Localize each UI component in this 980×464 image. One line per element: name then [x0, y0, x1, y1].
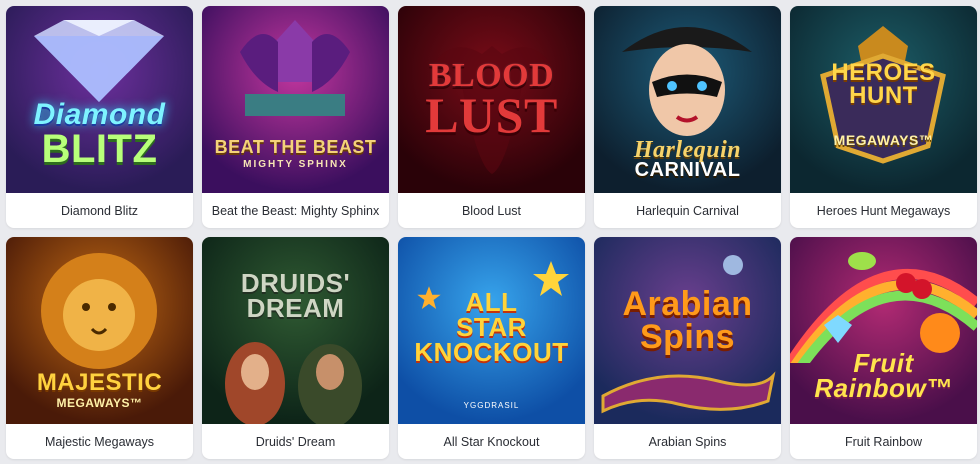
- game-thumbnail[interactable]: DRUIDS' DREAM: [202, 237, 389, 424]
- game-logo-line: Fruit: [853, 347, 914, 378]
- game-card-heroes-hunt[interactable]: HEROES HUNT MEGAWAYS™ Heroes Hunt Megawa…: [790, 6, 977, 228]
- game-logo: ALL STAR KNOCKOUT: [414, 290, 569, 367]
- game-logo: DRUIDS' DREAM: [240, 267, 351, 323]
- game-logo-line: Rainbow™: [814, 372, 953, 403]
- game-title[interactable]: Diamond Blitz: [6, 193, 193, 228]
- game-logo: Diamond BLITZ: [33, 98, 166, 171]
- game-thumbnail[interactable]: Harlequin CARNIVAL: [594, 6, 781, 193]
- game-logo: MAJESTIC MEGAWAYS™: [36, 368, 163, 410]
- game-logo: BEAT THE BEAST MIGHTY SPHINX: [214, 137, 377, 171]
- game-logo-line: MEGAWAYS™: [56, 395, 143, 410]
- game-card-beat-the-beast[interactable]: BEAT THE BEAST MIGHTY SPHINX Beat the Be…: [202, 6, 389, 228]
- game-logo-line: DRUIDS': [240, 267, 351, 298]
- druid-icon: [225, 342, 362, 424]
- game-logo: Harlequin CARNIVAL: [633, 136, 742, 182]
- game-title[interactable]: Arabian Spins: [594, 424, 781, 459]
- game-title[interactable]: All Star Knockout: [398, 424, 585, 459]
- game-title[interactable]: Druids' Dream: [202, 424, 389, 459]
- game-logo-line: MEGAWAYS™: [833, 131, 934, 148]
- game-logo-line: MAJESTIC: [36, 368, 163, 396]
- moon-icon: [723, 255, 743, 275]
- game-logo: Arabian Spins: [622, 285, 753, 356]
- game-title[interactable]: Blood Lust: [398, 193, 585, 228]
- game-title[interactable]: Majestic Megaways: [6, 424, 193, 459]
- game-logo-line: MIGHTY SPHINX: [243, 159, 348, 171]
- game-logo-line: BLITZ: [41, 126, 158, 171]
- game-logo-line: DREAM: [246, 292, 345, 323]
- game-grid: Diamond BLITZ Diamond Blitz BEAT THE BEA…: [6, 6, 977, 459]
- game-logo-line: KNOCKOUT: [414, 336, 569, 367]
- game-logo-line: Diamond: [33, 98, 166, 132]
- carpet-icon: [601, 371, 776, 414]
- game-title[interactable]: Harlequin Carnival: [594, 193, 781, 228]
- game-thumbnail[interactable]: BEAT THE BEAST MIGHTY SPHINX: [202, 6, 389, 193]
- game-title[interactable]: Heroes Hunt Megaways: [790, 193, 977, 228]
- game-thumbnail[interactable]: ALL STAR KNOCKOUT YGGDRASIL: [398, 237, 585, 424]
- fruit-icon: [790, 252, 977, 363]
- game-title[interactable]: Fruit Rainbow: [790, 424, 977, 459]
- diamond-icon: [34, 20, 164, 102]
- game-title[interactable]: Beat the Beast: Mighty Sphinx: [202, 193, 389, 228]
- game-logo-line: LUST: [425, 86, 558, 143]
- game-logo-line: BEAT THE BEAST: [214, 137, 377, 158]
- mask-icon: [622, 27, 752, 136]
- provider-badge: YGGDRASIL: [463, 401, 520, 410]
- game-thumbnail[interactable]: MAJESTIC MEGAWAYS™: [6, 237, 193, 424]
- game-thumbnail[interactable]: Arabian Spins: [594, 237, 781, 424]
- game-card-arabian-spins[interactable]: Arabian Spins Arabian Spins: [594, 237, 781, 459]
- game-card-diamond-blitz[interactable]: Diamond BLITZ Diamond Blitz: [6, 6, 193, 228]
- game-logo-line: Spins: [639, 317, 736, 356]
- game-logo: BLOOD LUST: [425, 58, 558, 143]
- game-card-druids-dream[interactable]: DRUIDS' DREAM Druids' Dream: [202, 237, 389, 459]
- game-card-blood-lust[interactable]: BLOOD LUST Blood Lust: [398, 6, 585, 228]
- game-thumbnail[interactable]: Diamond BLITZ: [6, 6, 193, 193]
- lion-icon: [41, 253, 157, 369]
- game-logo-line: Harlequin: [633, 136, 742, 163]
- game-card-majestic-megaways[interactable]: MAJESTIC MEGAWAYS™ Majestic Megaways: [6, 237, 193, 459]
- game-logo-line: Arabian: [622, 285, 753, 324]
- game-card-all-star-knockout[interactable]: ALL STAR KNOCKOUT YGGDRASIL All Star Kno…: [398, 237, 585, 459]
- game-logo: HEROES HUNT MEGAWAYS™: [831, 61, 935, 148]
- game-card-fruit-rainbow[interactable]: Fruit Rainbow™ Fruit Rainbow: [790, 237, 977, 459]
- sphinx-icon: [240, 20, 350, 116]
- game-thumbnail[interactable]: HEROES HUNT MEGAWAYS™: [790, 6, 977, 193]
- game-logo-line: CARNIVAL: [634, 159, 741, 182]
- game-thumbnail[interactable]: BLOOD LUST: [398, 6, 585, 193]
- game-thumbnail[interactable]: Fruit Rainbow™: [790, 237, 977, 424]
- game-card-harlequin-carnival[interactable]: Harlequin CARNIVAL Harlequin Carnival: [594, 6, 781, 228]
- game-logo-line: HUNT: [849, 81, 918, 109]
- game-logo: Fruit Rainbow™: [814, 347, 953, 403]
